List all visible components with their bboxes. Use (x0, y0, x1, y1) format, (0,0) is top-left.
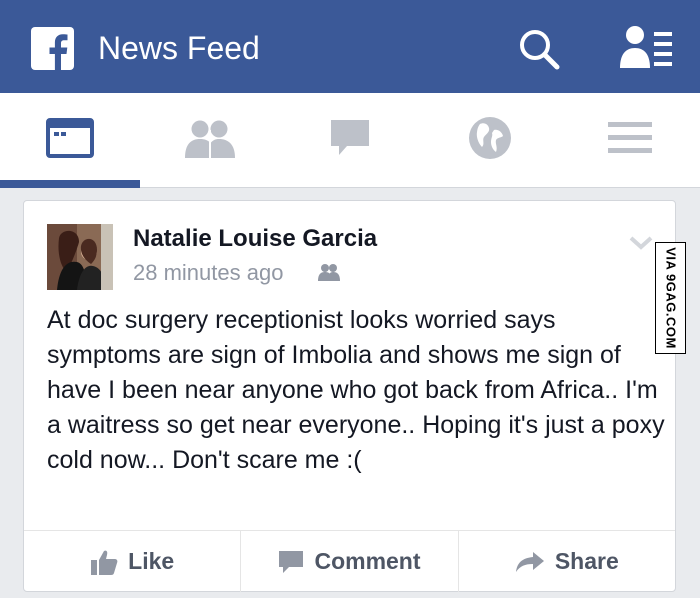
facebook-logo-icon[interactable] (31, 27, 74, 70)
share-arrow-icon (515, 551, 544, 572)
search-icon[interactable] (517, 27, 561, 71)
like-label: Like (128, 548, 175, 574)
friends-icon (183, 118, 237, 163)
share-label: Share (554, 548, 619, 574)
share-button[interactable]: Share (459, 531, 675, 592)
tab-news-feed[interactable] (0, 93, 140, 187)
tab-more[interactable] (560, 93, 700, 187)
watermark-badge: VIA 9GAG.COM (655, 242, 686, 354)
globe-icon (468, 116, 512, 165)
post-action-bar: Like Comment Share (24, 530, 675, 592)
hamburger-menu-icon (608, 120, 652, 161)
tab-friends[interactable] (140, 93, 280, 187)
comment-label: Comment (314, 548, 421, 574)
like-button[interactable]: Like (24, 531, 242, 592)
avatar[interactable] (47, 224, 113, 290)
tab-bar (0, 93, 700, 188)
top-navigation-bar: News Feed (0, 0, 700, 93)
post-timestamp[interactable]: 28 minutes ago (133, 260, 283, 286)
active-tab-indicator (0, 180, 140, 188)
tab-notifications[interactable] (420, 93, 560, 187)
post-body-text: At doc surgery receptionist looks worrie… (47, 306, 665, 474)
comment-icon (279, 550, 304, 573)
friend-requests-icon[interactable] (618, 24, 674, 70)
friends-audience-icon[interactable] (317, 263, 341, 281)
author-name[interactable]: Natalie Louise Garcia (133, 225, 377, 253)
comment-button[interactable]: Comment (241, 531, 459, 592)
news-feed-icon (46, 117, 94, 163)
watermark-text: VIA 9GAG.COM (663, 247, 678, 349)
thumbs-up-icon (91, 550, 118, 575)
chevron-down-icon[interactable] (629, 235, 653, 251)
tab-messages[interactable] (280, 93, 420, 187)
chat-bubble-icon (329, 118, 371, 163)
post-card: Natalie Louise Garcia 28 minutes ago At … (23, 200, 676, 592)
page-title: News Feed (98, 30, 260, 66)
